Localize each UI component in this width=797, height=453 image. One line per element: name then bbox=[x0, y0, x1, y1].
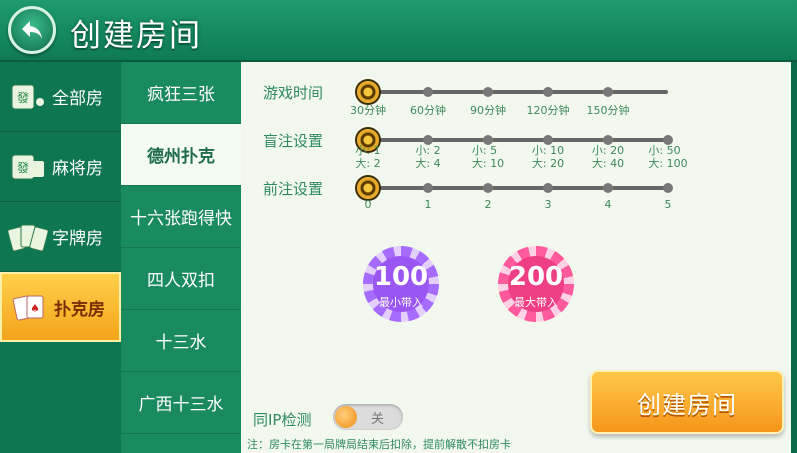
category-mahjong[interactable]: 發 麻将房 bbox=[0, 132, 121, 202]
slider-stop[interactable] bbox=[543, 183, 553, 193]
toggle-knob bbox=[335, 406, 357, 428]
slider-stop[interactable] bbox=[603, 87, 613, 97]
game-item-selected[interactable]: 德州扑克 bbox=[121, 124, 241, 186]
ip-check-label: 同IP检测 bbox=[253, 411, 312, 429]
category-label: 全部房 bbox=[52, 89, 103, 109]
create-room-button[interactable]: 创建房间 bbox=[590, 370, 784, 434]
slider-tick-label: 90分钟 bbox=[470, 104, 506, 117]
slider-stop[interactable] bbox=[423, 87, 433, 97]
poker-cards-icon: ♠ bbox=[10, 292, 50, 322]
max-buyin-label: 最大带入 bbox=[514, 296, 558, 309]
blind-option-label: 小: 10 大: 20 bbox=[532, 144, 564, 170]
category-label: 扑克房 bbox=[54, 299, 105, 320]
blind-small: 小: 2 bbox=[415, 144, 441, 157]
category-all-rooms[interactable]: 發 全部房 bbox=[0, 62, 121, 132]
blind-big: 大: 20 bbox=[531, 157, 565, 170]
back-button[interactable] bbox=[8, 6, 56, 54]
ante-slider[interactable] bbox=[357, 177, 673, 199]
game-time-label: 游戏时间 bbox=[263, 84, 324, 102]
game-item[interactable]: 广西十三水 bbox=[121, 372, 241, 434]
slider-handle[interactable] bbox=[357, 81, 379, 103]
blind-small: 小: 20 bbox=[591, 144, 625, 157]
blind-option-label: 小: 20 大: 40 bbox=[592, 144, 624, 170]
slider-stop[interactable] bbox=[543, 87, 553, 97]
slider-tick-label: 60分钟 bbox=[410, 104, 446, 117]
blind-small: 小: 5 bbox=[471, 144, 498, 157]
toggle-state: 关 bbox=[371, 412, 385, 427]
category-word-cards[interactable]: 字牌房 bbox=[0, 202, 121, 272]
svg-text:發: 發 bbox=[17, 160, 29, 175]
blind-small: 小: 50 bbox=[648, 144, 681, 157]
game-item[interactable]: 四人双扣 bbox=[121, 248, 241, 310]
back-arrow-icon bbox=[22, 21, 42, 39]
slider-tick-label: 5 bbox=[664, 198, 672, 211]
blind-option-label: 小: 1 大: 2 bbox=[355, 144, 380, 170]
category-sidebar: 發 全部房 發 麻将房 字牌房 ♠ 扑克房 bbox=[0, 62, 121, 453]
slider-tick-label: 150分钟 bbox=[586, 104, 630, 117]
word-cards-icon bbox=[7, 222, 49, 252]
game-item[interactable]: 十六张跑得快 bbox=[121, 186, 241, 248]
blind-option-label: 小: 5 大: 10 bbox=[472, 144, 504, 170]
max-buyin-value: 200 bbox=[508, 262, 564, 292]
blind-option-label: 小: 50 大: 100 bbox=[648, 144, 687, 170]
blind-big: 大: 40 bbox=[591, 157, 625, 170]
slider-stop[interactable] bbox=[603, 183, 613, 193]
slider-tick-label: 1 bbox=[424, 198, 432, 211]
blind-big: 大: 4 bbox=[415, 157, 441, 170]
game-time-slider[interactable] bbox=[357, 81, 668, 103]
svg-text:♠: ♠ bbox=[30, 302, 40, 315]
mahjong-tile-icon: 發 bbox=[8, 82, 48, 112]
slider-stop[interactable] bbox=[423, 183, 433, 193]
ante-label: 前注设置 bbox=[263, 180, 324, 198]
header-bar: 创建房间 bbox=[0, 0, 797, 62]
page-title: 创建房间 bbox=[70, 18, 202, 54]
slider-tick-label: 3 bbox=[544, 198, 552, 211]
blind-big: 大: 10 bbox=[471, 157, 505, 170]
max-buyin-chip[interactable]: 200 最大带入 bbox=[498, 246, 574, 322]
category-label: 字牌房 bbox=[52, 229, 103, 249]
slider-stop[interactable] bbox=[483, 183, 493, 193]
category-poker[interactable]: ♠ 扑克房 bbox=[0, 272, 121, 342]
slider-stop[interactable] bbox=[483, 87, 493, 97]
slider-stop[interactable] bbox=[663, 183, 673, 193]
slider-tick-label: 30分钟 bbox=[350, 104, 386, 117]
category-label: 麻将房 bbox=[52, 159, 103, 179]
slider-handle[interactable] bbox=[357, 177, 379, 199]
slider-tick-label: 4 bbox=[604, 198, 612, 211]
blind-big: 大: 100 bbox=[648, 157, 688, 170]
slider-tick-label: 0 bbox=[364, 198, 372, 211]
min-buyin-value: 100 bbox=[373, 262, 429, 292]
blinds-label: 盲注设置 bbox=[263, 132, 324, 150]
blinds-slider[interactable] bbox=[357, 129, 673, 151]
blind-big: 大: 2 bbox=[355, 157, 381, 170]
min-buyin-chip[interactable]: 100 最小带入 bbox=[363, 246, 439, 322]
slider-tick-label: 2 bbox=[484, 198, 492, 211]
min-buyin-label: 最小带入 bbox=[379, 296, 423, 309]
game-item[interactable]: 疯狂三张 bbox=[121, 62, 241, 124]
slider-tick-label: 120分钟 bbox=[526, 104, 570, 117]
ip-check-toggle[interactable]: 关 bbox=[333, 404, 403, 430]
svg-text:發: 發 bbox=[17, 90, 29, 105]
mahjong-tile-icon: 發 bbox=[8, 152, 48, 182]
blind-option-label: 小: 2 大: 4 bbox=[415, 144, 440, 170]
blind-small: 小: 10 bbox=[531, 144, 565, 157]
settings-panel: 游戏时间 30分钟 60分钟 90分钟 120分钟 150分钟 盲注设置 小: … bbox=[241, 62, 791, 453]
room-card-note: 注：房卡在第一局牌局结束后扣除，提前解散不扣房卡 bbox=[247, 438, 511, 451]
game-item[interactable]: 十三水 bbox=[121, 310, 241, 372]
blind-small: 小: 1 bbox=[355, 144, 381, 157]
game-type-list: 疯狂三张 德州扑克 十六张跑得快 四人双扣 十三水 广西十三水 bbox=[121, 62, 241, 453]
